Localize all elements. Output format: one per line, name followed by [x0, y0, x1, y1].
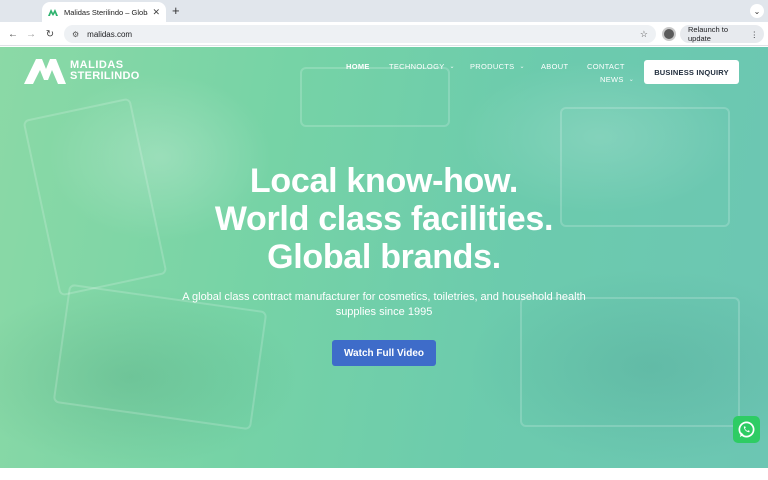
business-inquiry-button[interactable]: BUSINESS INQUIRY: [644, 60, 739, 84]
profile-avatar[interactable]: [662, 27, 676, 41]
nav-technology[interactable]: TECHNOLOGY ⌄: [389, 62, 455, 71]
back-icon[interactable]: ←: [6, 27, 20, 41]
chevron-down-icon: ⌄: [628, 77, 635, 83]
nav-products[interactable]: PRODUCTS ⌄: [470, 62, 525, 71]
site-logo[interactable]: MALIDAS STERILINDO: [24, 57, 140, 85]
browser-tab[interactable]: Malidas Sterilindo – Global C ✕: [42, 2, 166, 22]
address-bar[interactable]: ⚙ malidas.com ☆: [64, 25, 656, 43]
watch-full-video-button[interactable]: Watch Full Video: [332, 340, 436, 366]
nav-products-label: PRODUCTS: [470, 62, 515, 71]
nav-technology-label: TECHNOLOGY: [389, 62, 445, 71]
logo-text-line2: STERILINDO: [70, 70, 140, 82]
whatsapp-icon: [738, 421, 755, 438]
nav-news[interactable]: NEWS ⌄: [600, 75, 634, 84]
tab-close-icon[interactable]: ✕: [152, 7, 160, 18]
favicon-icon: [48, 9, 58, 16]
star-icon[interactable]: ☆: [640, 29, 648, 40]
page-below-fold: [0, 468, 768, 480]
nav-contact[interactable]: CONTACT: [587, 62, 625, 71]
background-machine: [300, 67, 450, 127]
headline-line-3: Global brands.: [267, 238, 501, 276]
nav-about-label: ABOUT: [541, 62, 569, 71]
tab-title: Malidas Sterilindo – Global C: [64, 7, 148, 17]
more-vert-icon[interactable]: ⋮: [751, 30, 759, 39]
reload-icon[interactable]: ↻: [43, 27, 57, 41]
nav-home-label: HOME: [346, 62, 370, 71]
nav-contact-label: CONTACT: [587, 62, 625, 71]
relaunch-button[interactable]: Relaunch to update ⋮: [680, 25, 764, 43]
chevron-down-icon: ⌄: [519, 64, 525, 70]
nav-home[interactable]: HOME: [346, 62, 370, 71]
nav-about[interactable]: ABOUT: [541, 62, 568, 71]
hero-section: MALIDAS STERILINDO HOME TECHNOLOGY ⌄ PRO…: [0, 47, 768, 468]
nav-news-label: NEWS: [600, 75, 624, 84]
browser-toolbar: ← → ↻ ⚙ malidas.com ☆ Relaunch to update…: [0, 22, 768, 46]
headline-line-1: Local know-how.: [249, 162, 519, 200]
hero-subtitle: A global class contract manufacturer for…: [182, 291, 586, 318]
logo-mark-icon: [24, 59, 66, 84]
site-settings-icon[interactable]: ⚙: [72, 30, 79, 39]
relaunch-label: Relaunch to update: [688, 25, 729, 43]
browser-tab-strip: Malidas Sterilindo – Global C ✕ + ⌄: [0, 0, 768, 22]
hero-headline: Local know-how. World class facilities. …: [0, 162, 768, 276]
headline-line-2: World class facilities.: [214, 200, 554, 238]
address-url[interactable]: malidas.com: [87, 30, 640, 39]
tab-search-icon[interactable]: ⌄: [750, 4, 764, 18]
whatsapp-button[interactable]: [733, 416, 760, 443]
forward-icon[interactable]: →: [24, 27, 38, 41]
chevron-down-icon: ⌄: [449, 64, 455, 70]
new-tab-button[interactable]: +: [172, 4, 180, 18]
